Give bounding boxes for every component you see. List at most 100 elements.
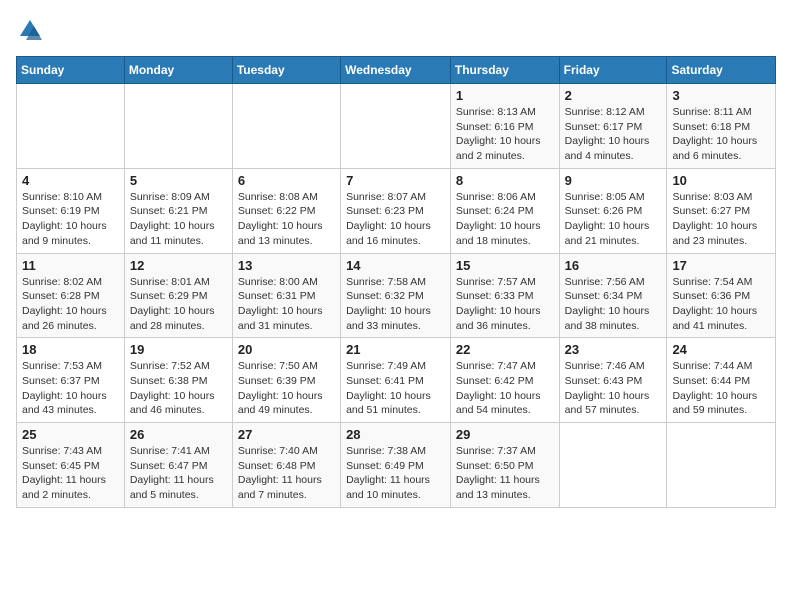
day-info: Sunrise: 8:10 AM Sunset: 6:19 PM Dayligh… — [22, 190, 119, 249]
day-info: Sunrise: 7:58 AM Sunset: 6:32 PM Dayligh… — [346, 275, 445, 334]
day-of-week-header: Monday — [124, 57, 232, 84]
calendar-day-cell: 19 Sunrise: 7:52 AM Sunset: 6:38 PM Dayli… — [124, 338, 232, 423]
day-info: Sunrise: 8:02 AM Sunset: 6:28 PM Dayligh… — [22, 275, 119, 334]
day-number: 21 — [346, 342, 445, 357]
calendar-day-cell: 26 Sunrise: 7:41 AM Sunset: 6:47 PM Dayli… — [124, 423, 232, 508]
calendar-day-cell: 10Sunrise: 8:03 AM Sunset: 6:27 PM Dayli… — [667, 168, 776, 253]
day-number: 2 — [565, 88, 662, 103]
day-info: Sunrise: 8:13 AM Sunset: 6:16 PM Dayligh… — [456, 105, 554, 164]
day-info: Sunrise: 7:52 AM Sunset: 6:38 PM Dayligh… — [130, 359, 227, 418]
calendar-day-cell: 13 Sunrise: 8:00 AM Sunset: 6:31 PM Dayli… — [232, 253, 340, 338]
calendar-day-cell — [341, 84, 451, 169]
day-info: Sunrise: 7:44 AM Sunset: 6:44 PM Dayligh… — [672, 359, 770, 418]
day-number: 15 — [456, 258, 554, 273]
calendar-day-cell: 3 Sunrise: 8:11 AM Sunset: 6:18 PM Daylig… — [667, 84, 776, 169]
day-number: 3 — [672, 88, 770, 103]
day-number: 16 — [565, 258, 662, 273]
calendar-day-cell: 5 Sunrise: 8:09 AM Sunset: 6:21 PM Daylig… — [124, 168, 232, 253]
day-number: 27 — [238, 427, 335, 442]
day-info: Sunrise: 7:50 AM Sunset: 6:39 PM Dayligh… — [238, 359, 335, 418]
day-number: 17 — [672, 258, 770, 273]
calendar-day-cell — [559, 423, 667, 508]
calendar-day-cell — [232, 84, 340, 169]
day-info: Sunrise: 7:40 AM Sunset: 6:48 PM Dayligh… — [238, 444, 335, 503]
day-of-week-header: Sunday — [17, 57, 125, 84]
day-number: 11 — [22, 258, 119, 273]
day-number: 25 — [22, 427, 119, 442]
calendar-header-row: SundayMondayTuesdayWednesdayThursdayFrid… — [17, 57, 776, 84]
calendar-day-cell: 29 Sunrise: 7:37 AM Sunset: 6:50 PM Dayli… — [450, 423, 559, 508]
day-number: 24 — [672, 342, 770, 357]
day-info: Sunrise: 8:03 AM Sunset: 6:27 PM Dayligh… — [672, 190, 770, 249]
day-number: 22 — [456, 342, 554, 357]
day-info: Sunrise: 7:37 AM Sunset: 6:50 PM Dayligh… — [456, 444, 554, 503]
day-number: 5 — [130, 173, 227, 188]
day-info: Sunrise: 8:01 AM Sunset: 6:29 PM Dayligh… — [130, 275, 227, 334]
calendar-week-row: 18 Sunrise: 7:53 AM Sunset: 6:37 PM Dayli… — [17, 338, 776, 423]
day-info: Sunrise: 8:05 AM Sunset: 6:26 PM Dayligh… — [565, 190, 662, 249]
calendar-table: SundayMondayTuesdayWednesdayThursdayFrid… — [16, 56, 776, 508]
calendar-week-row: 1 Sunrise: 8:13 AM Sunset: 6:16 PM Daylig… — [17, 84, 776, 169]
calendar-day-cell: 2 Sunrise: 8:12 AM Sunset: 6:17 PM Daylig… — [559, 84, 667, 169]
day-number: 19 — [130, 342, 227, 357]
day-number: 20 — [238, 342, 335, 357]
day-info: Sunrise: 8:08 AM Sunset: 6:22 PM Dayligh… — [238, 190, 335, 249]
calendar-day-cell — [667, 423, 776, 508]
calendar-week-row: 11 Sunrise: 8:02 AM Sunset: 6:28 PM Dayli… — [17, 253, 776, 338]
logo — [16, 16, 48, 44]
day-number: 26 — [130, 427, 227, 442]
day-number: 9 — [565, 173, 662, 188]
calendar-week-row: 4 Sunrise: 8:10 AM Sunset: 6:19 PM Daylig… — [17, 168, 776, 253]
calendar-day-cell: 27 Sunrise: 7:40 AM Sunset: 6:48 PM Dayli… — [232, 423, 340, 508]
calendar-day-cell: 18 Sunrise: 7:53 AM Sunset: 6:37 PM Dayli… — [17, 338, 125, 423]
day-number: 4 — [22, 173, 119, 188]
calendar-day-cell — [17, 84, 125, 169]
calendar-day-cell: 4 Sunrise: 8:10 AM Sunset: 6:19 PM Daylig… — [17, 168, 125, 253]
day-info: Sunrise: 7:46 AM Sunset: 6:43 PM Dayligh… — [565, 359, 662, 418]
day-number: 1 — [456, 88, 554, 103]
calendar-day-cell: 14 Sunrise: 7:58 AM Sunset: 6:32 PM Dayli… — [341, 253, 451, 338]
day-number: 8 — [456, 173, 554, 188]
calendar-day-cell: 12Sunrise: 8:01 AM Sunset: 6:29 PM Dayli… — [124, 253, 232, 338]
calendar-day-cell: 25 Sunrise: 7:43 AM Sunset: 6:45 PM Dayli… — [17, 423, 125, 508]
calendar-day-cell: 20 Sunrise: 7:50 AM Sunset: 6:39 PM Dayli… — [232, 338, 340, 423]
day-of-week-header: Tuesday — [232, 57, 340, 84]
day-of-week-header: Wednesday — [341, 57, 451, 84]
calendar-day-cell: 7Sunrise: 8:07 AM Sunset: 6:23 PM Daylig… — [341, 168, 451, 253]
calendar-day-cell: 17Sunrise: 7:54 AM Sunset: 6:36 PM Dayli… — [667, 253, 776, 338]
day-info: Sunrise: 8:00 AM Sunset: 6:31 PM Dayligh… — [238, 275, 335, 334]
day-number: 6 — [238, 173, 335, 188]
calendar-day-cell: 23 Sunrise: 7:46 AM Sunset: 6:43 PM Dayli… — [559, 338, 667, 423]
day-number: 29 — [456, 427, 554, 442]
logo-icon — [16, 16, 44, 44]
calendar-day-cell: 22 Sunrise: 7:47 AM Sunset: 6:42 PM Dayli… — [450, 338, 559, 423]
day-info: Sunrise: 8:07 AM Sunset: 6:23 PM Dayligh… — [346, 190, 445, 249]
calendar-day-cell: 8 Sunrise: 8:06 AM Sunset: 6:24 PM Daylig… — [450, 168, 559, 253]
day-info: Sunrise: 7:38 AM Sunset: 6:49 PM Dayligh… — [346, 444, 445, 503]
day-of-week-header: Saturday — [667, 57, 776, 84]
day-info: Sunrise: 8:12 AM Sunset: 6:17 PM Dayligh… — [565, 105, 662, 164]
day-info: Sunrise: 7:47 AM Sunset: 6:42 PM Dayligh… — [456, 359, 554, 418]
calendar-day-cell: 6 Sunrise: 8:08 AM Sunset: 6:22 PM Daylig… — [232, 168, 340, 253]
day-info: Sunrise: 8:06 AM Sunset: 6:24 PM Dayligh… — [456, 190, 554, 249]
day-info: Sunrise: 7:57 AM Sunset: 6:33 PM Dayligh… — [456, 275, 554, 334]
day-info: Sunrise: 8:11 AM Sunset: 6:18 PM Dayligh… — [672, 105, 770, 164]
day-number: 18 — [22, 342, 119, 357]
day-number: 14 — [346, 258, 445, 273]
calendar-day-cell: 24 Sunrise: 7:44 AM Sunset: 6:44 PM Dayli… — [667, 338, 776, 423]
calendar-day-cell: 16 Sunrise: 7:56 AM Sunset: 6:34 PM Dayli… — [559, 253, 667, 338]
day-info: Sunrise: 7:43 AM Sunset: 6:45 PM Dayligh… — [22, 444, 119, 503]
day-number: 13 — [238, 258, 335, 273]
calendar-week-row: 25 Sunrise: 7:43 AM Sunset: 6:45 PM Dayli… — [17, 423, 776, 508]
calendar-day-cell: 1 Sunrise: 8:13 AM Sunset: 6:16 PM Daylig… — [450, 84, 559, 169]
day-info: Sunrise: 7:53 AM Sunset: 6:37 PM Dayligh… — [22, 359, 119, 418]
day-of-week-header: Friday — [559, 57, 667, 84]
day-info: Sunrise: 7:56 AM Sunset: 6:34 PM Dayligh… — [565, 275, 662, 334]
calendar-day-cell: 9 Sunrise: 8:05 AM Sunset: 6:26 PM Daylig… — [559, 168, 667, 253]
day-of-week-header: Thursday — [450, 57, 559, 84]
calendar-day-cell: 21 Sunrise: 7:49 AM Sunset: 6:41 PM Dayli… — [341, 338, 451, 423]
day-info: Sunrise: 8:09 AM Sunset: 6:21 PM Dayligh… — [130, 190, 227, 249]
day-number: 23 — [565, 342, 662, 357]
day-info: Sunrise: 7:49 AM Sunset: 6:41 PM Dayligh… — [346, 359, 445, 418]
day-info: Sunrise: 7:41 AM Sunset: 6:47 PM Dayligh… — [130, 444, 227, 503]
